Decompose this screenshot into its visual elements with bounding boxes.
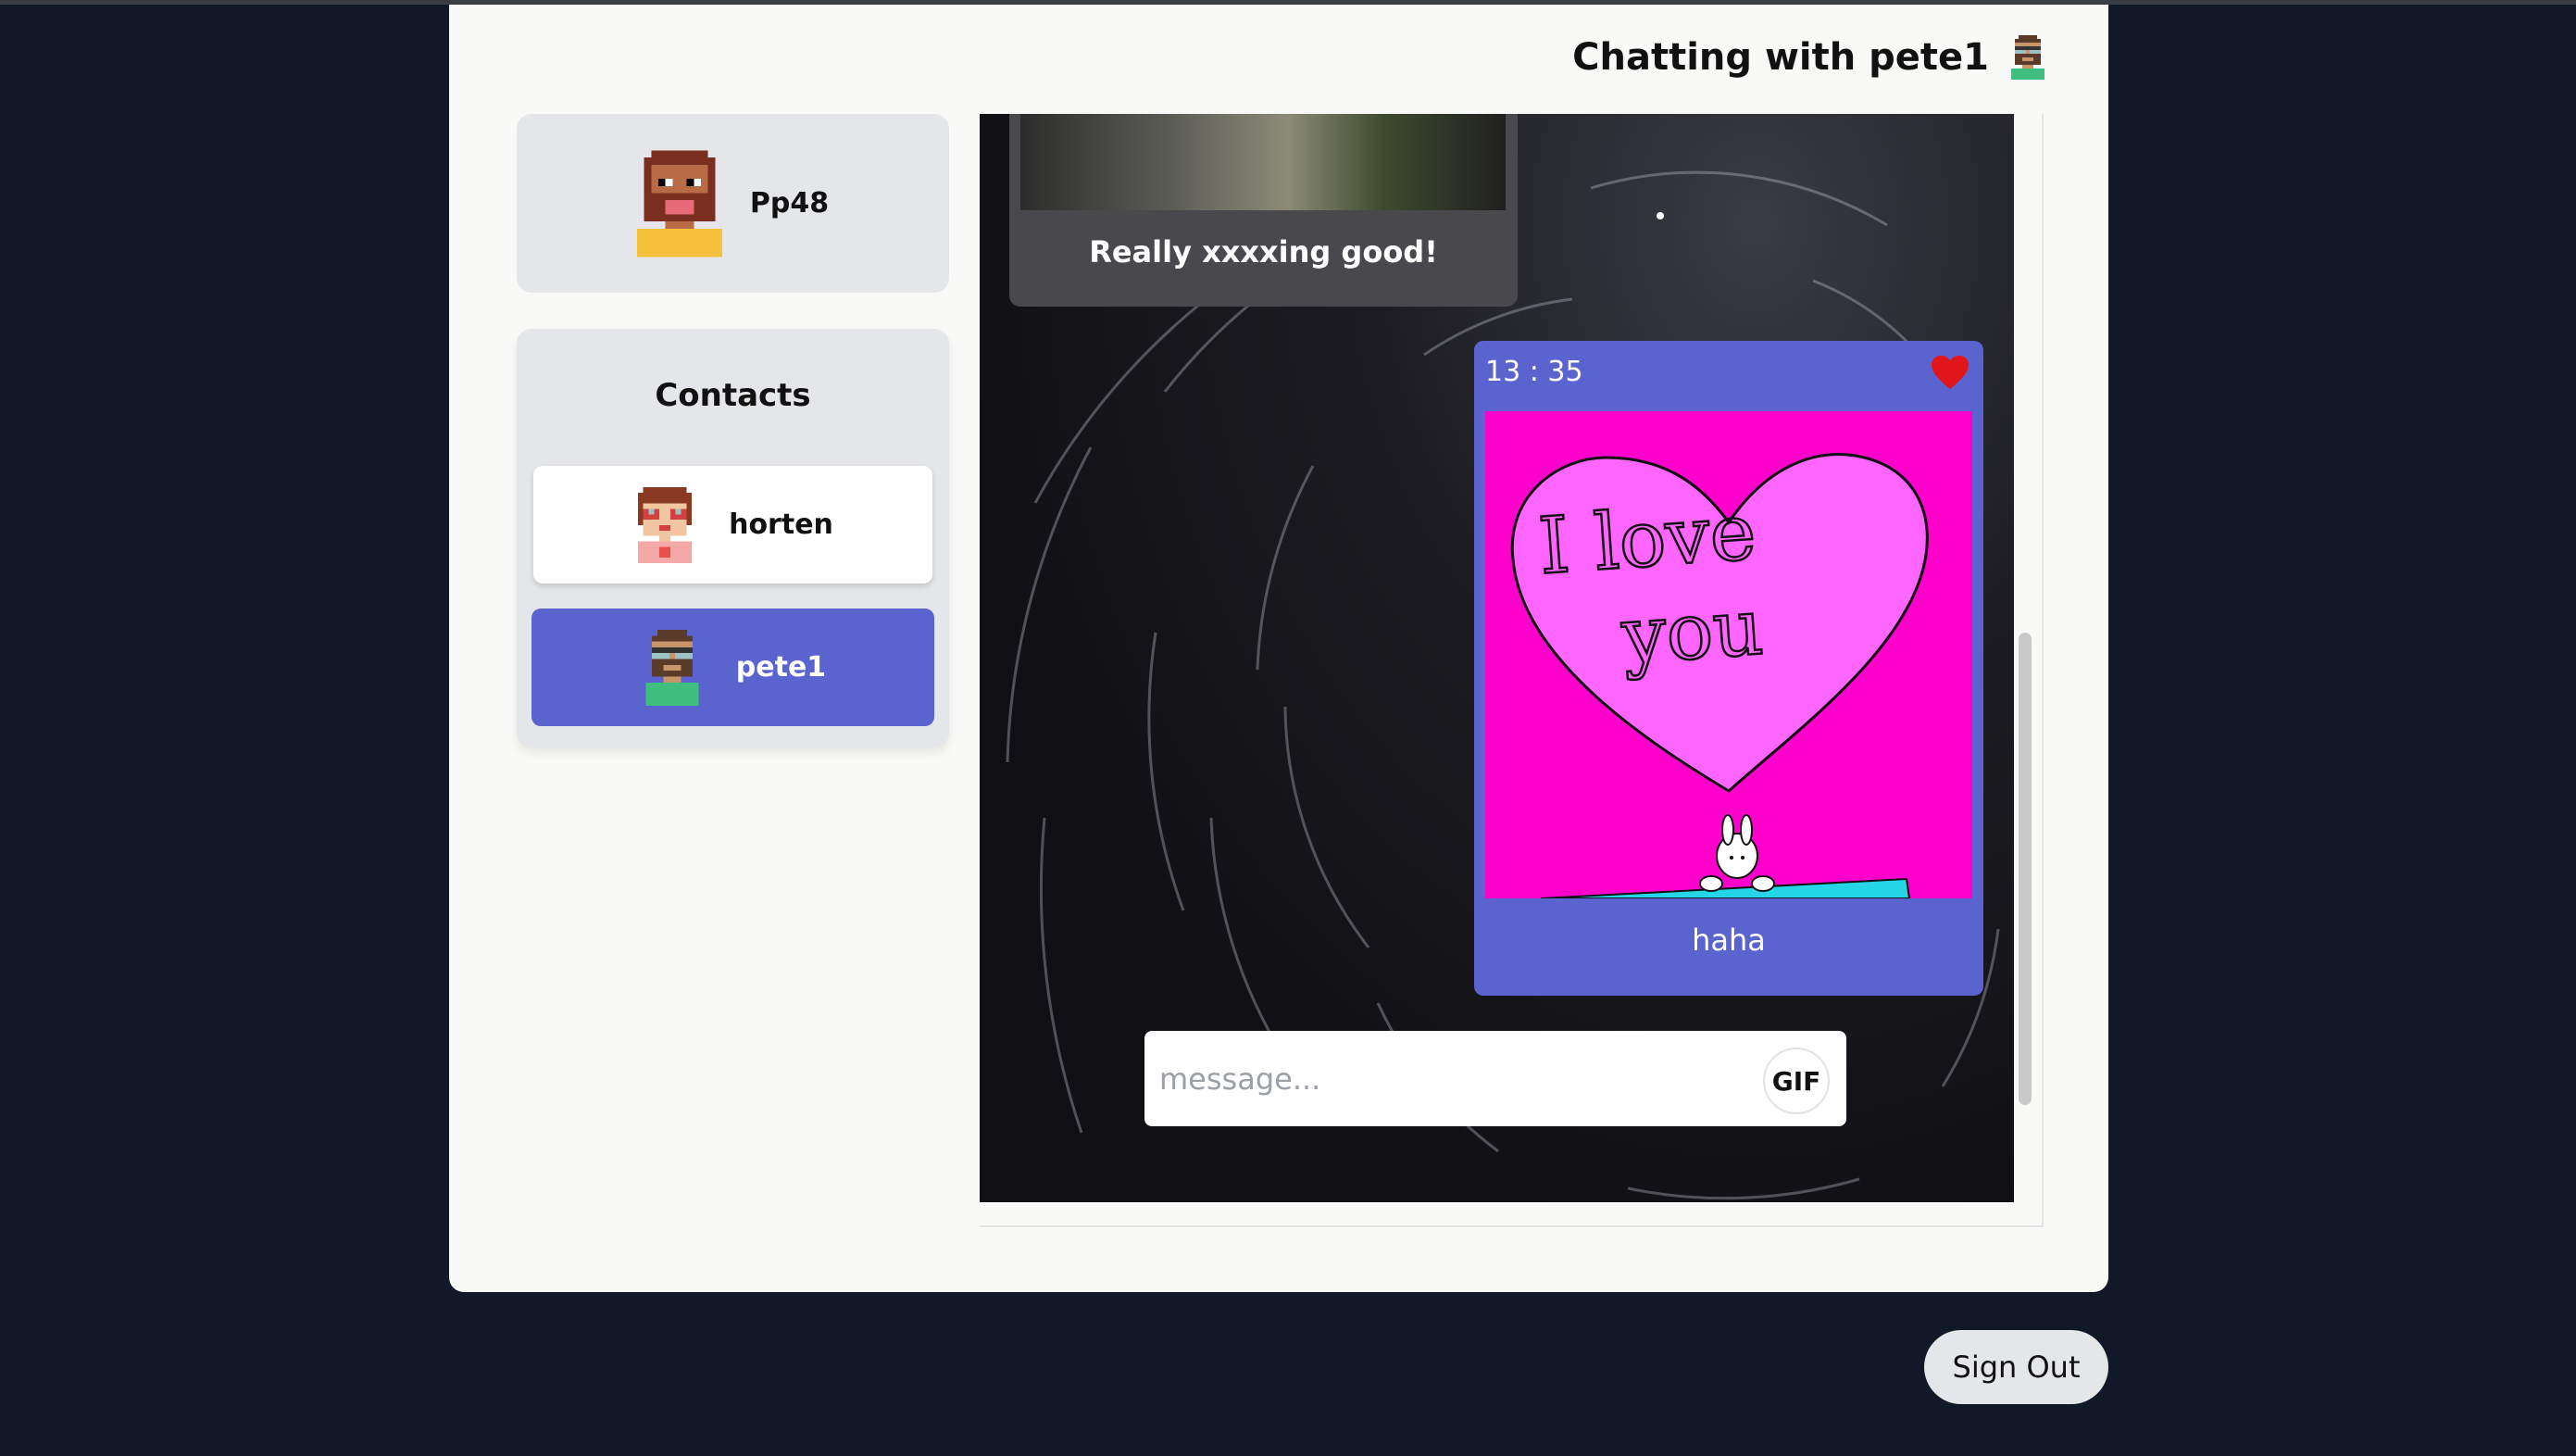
message-composer: GIF: [1144, 1031, 1846, 1126]
chat-panel: Really xxxxing good! 13 : 35 I love you: [980, 114, 2044, 1227]
sign-out-button[interactable]: Sign Out: [1924, 1330, 2108, 1404]
message-bubble-received: Really xxxxing good!: [1009, 114, 1518, 307]
chat-scrollbar[interactable]: [2019, 633, 2032, 1105]
user-profile-card: Pp48: [517, 114, 949, 293]
message-gif: I love you: [1485, 411, 1972, 898]
contacts-title: Contacts: [655, 377, 811, 414]
contact-name: pete1: [735, 651, 827, 684]
message-text: Really xxxxing good!: [1089, 234, 1438, 270]
pete1-avatar-icon: [645, 629, 699, 706]
contact-item-horten[interactable]: horten: [533, 466, 932, 584]
contact-name: horten: [729, 508, 833, 541]
chat-title: Chatting with pete1: [1572, 36, 1989, 79]
heart-icon[interactable]: [1930, 354, 1970, 391]
user-avatar-icon: [636, 150, 722, 257]
message-image: [1020, 114, 1506, 210]
pete1-avatar-icon: [2011, 35, 2045, 80]
contacts-panel: Contacts horten pete1: [517, 329, 949, 747]
gif-text-line2: you: [1619, 582, 1767, 682]
message-bubble-sent: 13 : 35 I love you haha: [1474, 341, 1983, 996]
main-card: Chatting with pete1 Pp48 Contacts horten…: [449, 5, 2108, 1292]
chat-header: Chatting with pete1: [1572, 34, 2048, 81]
love-heart-illustration: I love you: [1510, 453, 1929, 898]
chat-background[interactable]: Really xxxxing good! 13 : 35 I love you: [980, 114, 2014, 1202]
message-time: 13 : 35: [1485, 356, 1583, 388]
horten-avatar-icon: [637, 486, 693, 563]
bunny-icon: [1699, 814, 1775, 892]
profile-username: Pp48: [749, 187, 830, 220]
contact-item-pete1[interactable]: pete1: [531, 609, 934, 726]
message-input[interactable]: [1157, 1049, 1754, 1109]
gif-button[interactable]: GIF: [1763, 1048, 1830, 1114]
gif-text-line1: I love: [1536, 486, 1759, 592]
message-caption: haha: [1692, 923, 1766, 958]
